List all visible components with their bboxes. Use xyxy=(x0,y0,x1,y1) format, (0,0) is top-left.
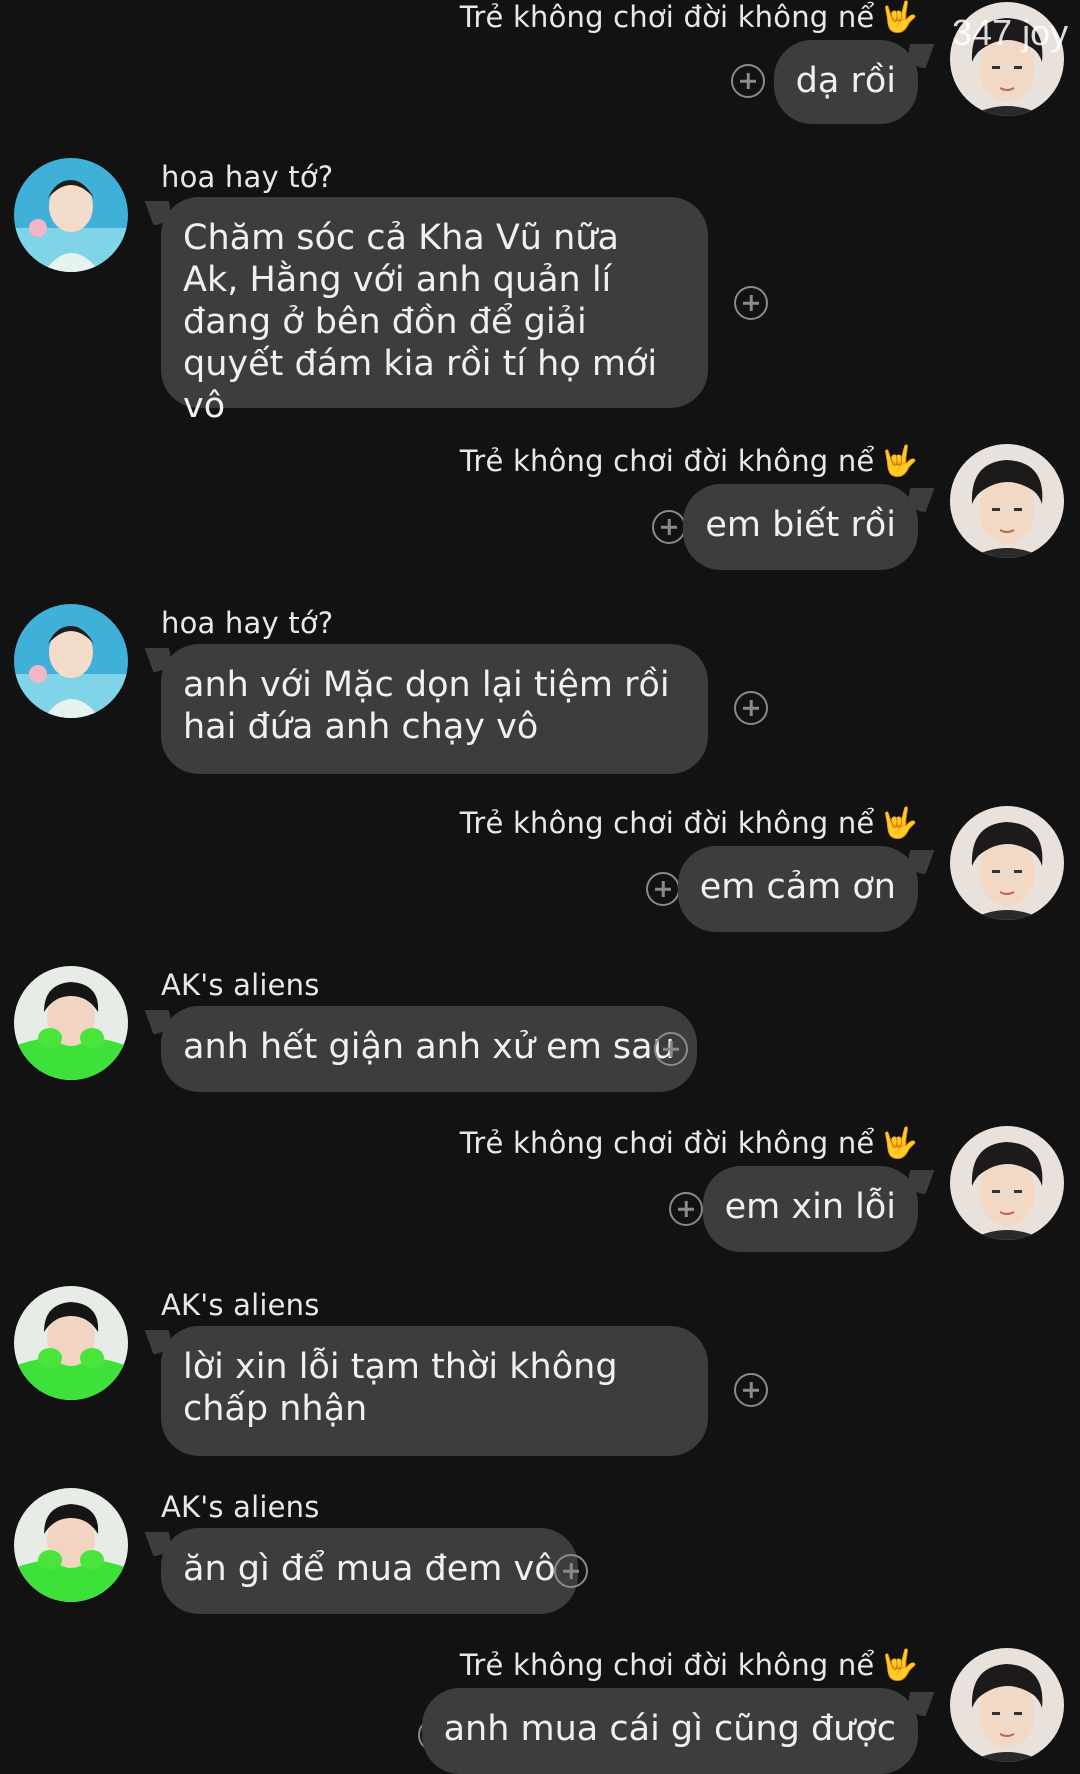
add-reaction-icon[interactable] xyxy=(669,1192,703,1226)
avatar-boy-icon[interactable] xyxy=(950,806,1064,920)
sender-name: hoa hay tớ? xyxy=(161,160,334,194)
sender-name: AK's aliens xyxy=(161,968,320,1002)
message-bubble[interactable]: em biết rồi xyxy=(683,484,918,570)
avatar-pool-icon[interactable] xyxy=(14,604,128,718)
add-reaction-icon[interactable] xyxy=(654,1032,688,1066)
add-reaction-icon[interactable] xyxy=(646,872,680,906)
add-reaction-icon[interactable] xyxy=(731,64,765,98)
sender-name: AK's aliens xyxy=(161,1288,320,1322)
avatar-boy-icon[interactable] xyxy=(950,1648,1064,1762)
hand-emoji-icon: 🤟 xyxy=(880,1648,918,1683)
sender-name: Trẻ không chơi đời không nể 🤟 xyxy=(459,0,918,35)
add-reaction-icon[interactable] xyxy=(734,691,768,725)
sender-name: Trẻ không chơi đời không nể 🤟 xyxy=(459,1126,918,1161)
avatar-boy-icon[interactable] xyxy=(950,444,1064,558)
message-bubble[interactable]: lời xin lỗi tạm thời không chấp nhận xyxy=(161,1326,708,1456)
add-reaction-icon[interactable] xyxy=(734,1373,768,1407)
message-bubble[interactable]: em cảm ơn xyxy=(677,846,918,932)
chat-thread: Trẻ không chơi đời không nể 🤟 dạ rồi 347 … xyxy=(0,0,1080,1774)
message-bubble[interactable]: anh hết giận anh xử em sau xyxy=(161,1006,697,1092)
avatar-pool-icon[interactable] xyxy=(14,158,128,272)
watermark-text: 347 joy xyxy=(952,12,1069,53)
add-reaction-icon[interactable] xyxy=(652,510,686,544)
message-bubble[interactable]: ăn gì để mua đem vô xyxy=(161,1528,578,1614)
hand-emoji-icon: 🤟 xyxy=(880,806,918,841)
message-bubble[interactable]: Chăm sóc cả Kha Vũ nữa Ak, Hằng với anh … xyxy=(161,197,708,426)
add-reaction-icon[interactable] xyxy=(734,286,768,320)
message-bubble[interactable]: anh với Mặc dọn lại tiệm rồi hai đứa anh… xyxy=(161,644,708,774)
hand-emoji-icon: 🤟 xyxy=(880,0,918,35)
sender-name: AK's aliens xyxy=(161,1490,320,1524)
avatar-green-icon[interactable] xyxy=(14,966,128,1080)
avatar-green-icon[interactable] xyxy=(14,1488,128,1602)
hand-emoji-icon: 🤟 xyxy=(880,444,918,479)
hand-emoji-icon: 🤟 xyxy=(880,1126,918,1161)
avatar-green-icon[interactable] xyxy=(14,1286,128,1400)
message-bubble[interactable]: anh mua cái gì cũng được xyxy=(421,1688,918,1774)
sender-name: hoa hay tớ? xyxy=(161,606,334,640)
sender-name: Trẻ không chơi đời không nể 🤟 xyxy=(459,806,918,841)
avatar-boy-icon[interactable] xyxy=(950,1126,1064,1240)
message-bubble[interactable]: dạ rồi xyxy=(773,40,918,124)
message-bubble[interactable]: em xin lỗi xyxy=(702,1166,918,1252)
add-reaction-icon[interactable] xyxy=(554,1554,588,1588)
sender-name: Trẻ không chơi đời không nể 🤟 xyxy=(459,444,918,479)
sender-name: Trẻ không chơi đời không nể 🤟 xyxy=(459,1648,918,1683)
